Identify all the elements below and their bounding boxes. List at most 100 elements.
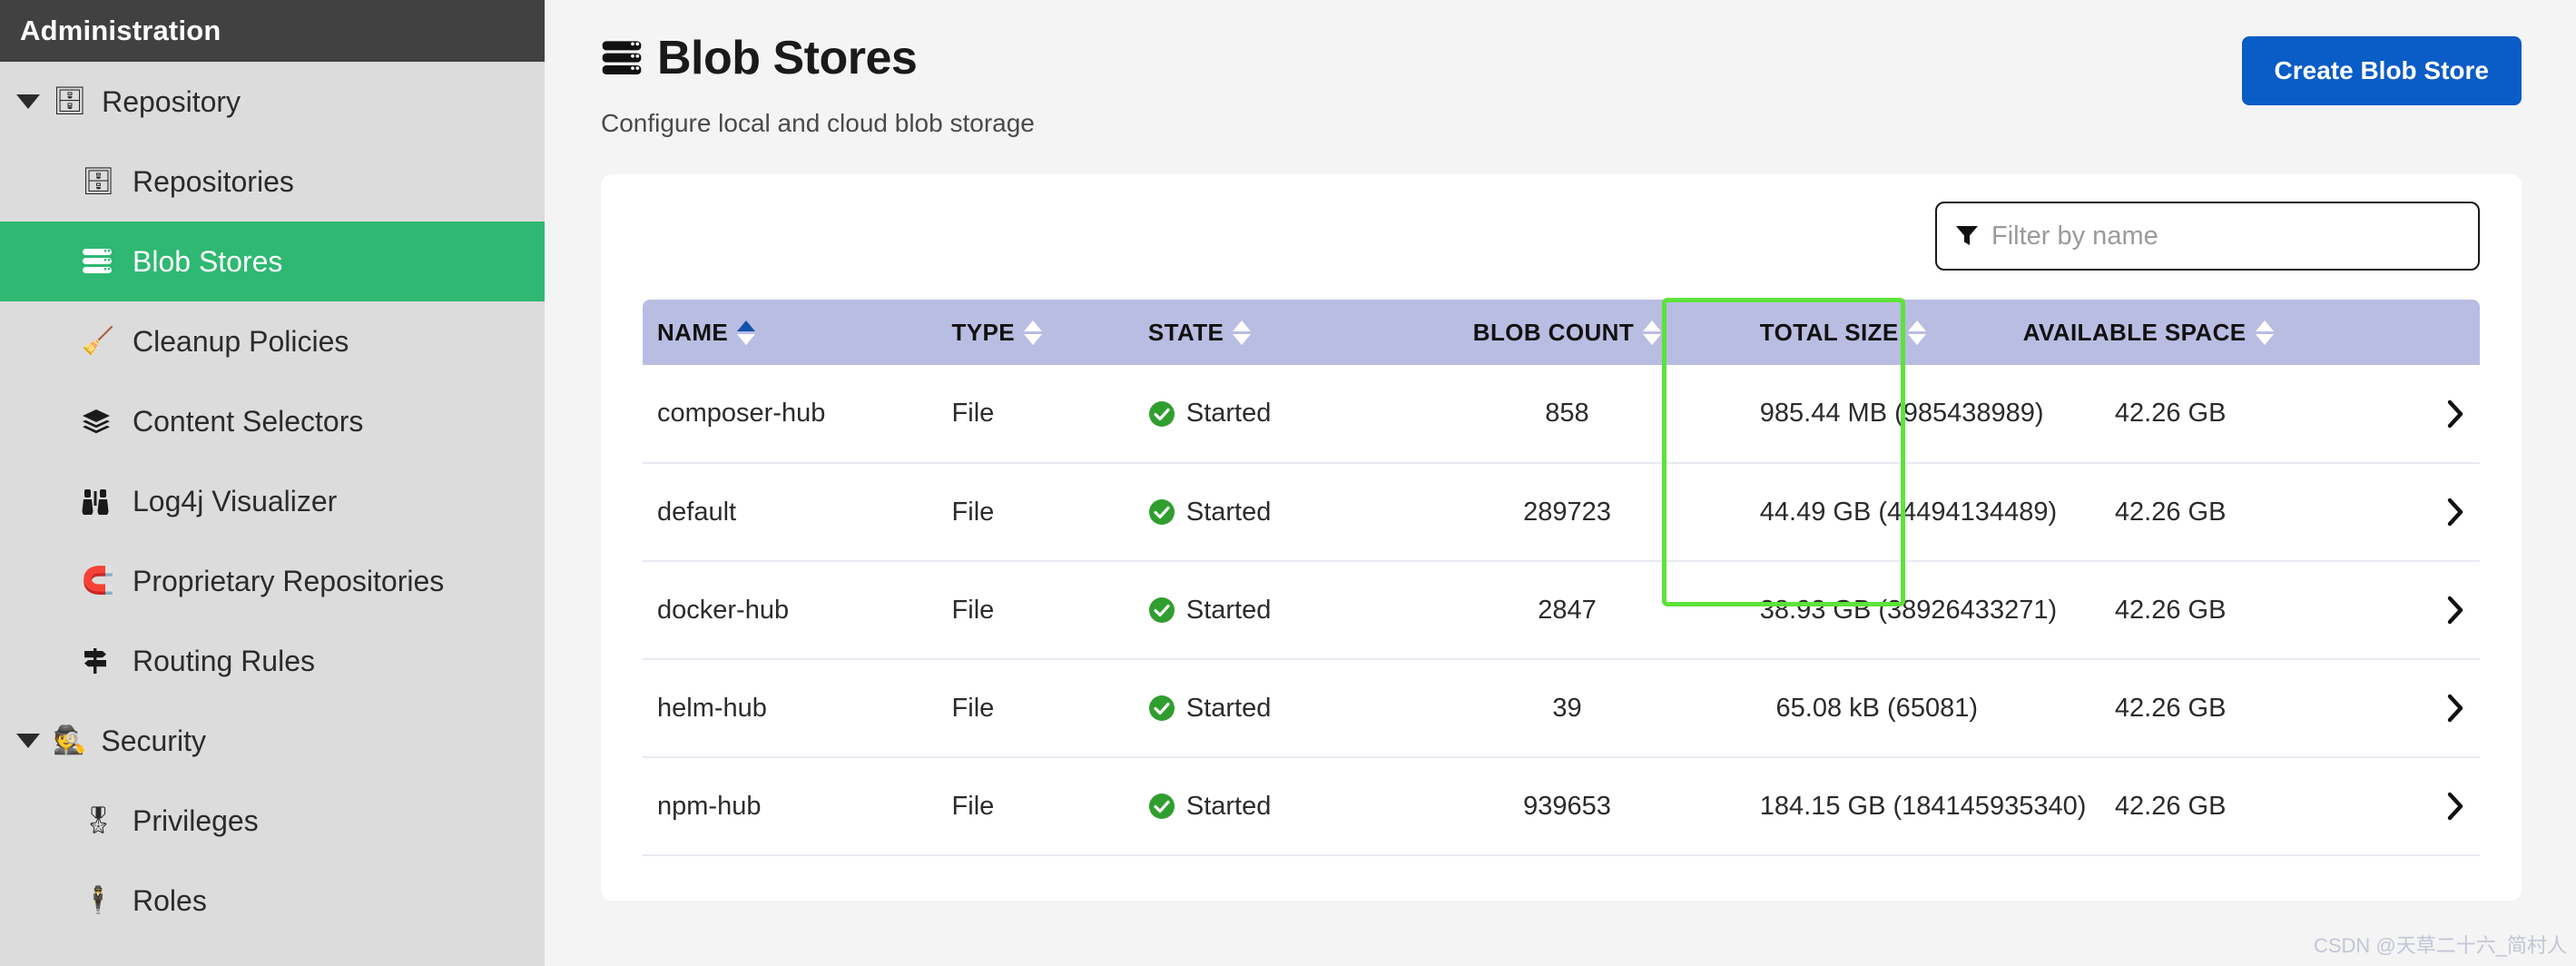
column-header-blob-count[interactable]: BLOB COUNT xyxy=(1389,300,1745,365)
chevron-right-icon[interactable] xyxy=(2347,399,2465,429)
table-body: composer-hub File Started 858 985.44 MB … xyxy=(643,365,2480,855)
sidebar-item-label: Roles xyxy=(133,884,207,918)
cell-name: docker-hub xyxy=(643,561,938,659)
table-row[interactable]: helm-hub File Started 39 65.08 kB (65081… xyxy=(643,659,2480,757)
database-icon: 🗄 xyxy=(82,169,122,195)
check-circle-icon xyxy=(1148,596,1175,624)
cell-state: Started xyxy=(1134,365,1389,463)
cell-blob-count: 858 xyxy=(1389,365,1745,463)
check-circle-icon xyxy=(1148,793,1175,820)
cell-name: default xyxy=(643,463,938,561)
database-icon: 🗄 xyxy=(53,88,87,115)
cell-blob-count: 2847 xyxy=(1389,561,1745,659)
cell-name: helm-hub xyxy=(643,659,938,757)
table-row[interactable]: default File Started 289723 44.49 GB (44… xyxy=(643,463,2480,561)
app-root: Administration 🗄 Repository 🗄 Repositori… xyxy=(0,0,2576,966)
row-detail-button[interactable] xyxy=(2333,757,2480,855)
column-label: AVAILABLE SPACE xyxy=(2023,319,2247,347)
sidebar-group-repository[interactable]: 🗄 Repository xyxy=(0,62,545,142)
cell-state: Started xyxy=(1134,463,1389,561)
sidebar-item-label: Cleanup Policies xyxy=(133,325,349,359)
cell-type: File xyxy=(938,757,1134,855)
chevron-down-icon xyxy=(16,94,40,109)
cell-blob-count: 939653 xyxy=(1389,757,1745,855)
sidebar-item-blob-stores[interactable]: Blob Stores xyxy=(0,222,545,301)
sidebar-group-security[interactable]: 🕵 Security xyxy=(0,701,545,781)
column-header-state[interactable]: STATE xyxy=(1134,300,1389,365)
page-header: Blob Stores Configure local and cloud bl… xyxy=(601,0,2522,138)
sort-arrows-icon[interactable] xyxy=(1024,320,1042,345)
cell-total-size: 184.15 GB (184145935340) xyxy=(1745,757,2009,855)
table-row[interactable]: composer-hub File Started 858 985.44 MB … xyxy=(643,365,2480,463)
sidebar-header: Administration xyxy=(0,0,545,62)
sidebar-item-cleanup-policies[interactable]: 🧹 Cleanup Policies xyxy=(0,301,545,381)
cell-available-space: 42.26 GB xyxy=(2009,365,2333,463)
sort-arrows-icon[interactable] xyxy=(1908,320,1926,345)
sidebar-group-label: Repository xyxy=(102,85,241,119)
chevron-right-icon[interactable] xyxy=(2347,693,2465,724)
column-header-total-size[interactable]: TOTAL SIZE xyxy=(1745,300,2009,365)
chevron-right-icon[interactable] xyxy=(2347,595,2465,626)
state-label: Started xyxy=(1186,792,1272,822)
table-row[interactable]: docker-hub File Started 2847 38.93 GB (3… xyxy=(643,561,2480,659)
chevron-right-icon[interactable] xyxy=(2347,791,2465,822)
create-blob-store-button[interactable]: Create Blob Store xyxy=(2242,36,2522,105)
row-detail-button[interactable] xyxy=(2333,561,2480,659)
watermark: CSDN @天草二十六_简村人 xyxy=(2314,930,2567,959)
cell-blob-count: 289723 xyxy=(1389,463,1745,561)
check-circle-icon xyxy=(1148,400,1175,428)
table-head: NAME TYPE xyxy=(643,300,2480,365)
funnel-icon xyxy=(1955,225,1979,247)
column-header-name[interactable]: NAME xyxy=(643,300,938,365)
cell-name: composer-hub xyxy=(643,365,938,463)
blob-stores-table: NAME TYPE xyxy=(643,300,2480,856)
filter-by-name-field[interactable] xyxy=(1935,202,2480,271)
cell-blob-count: 39 xyxy=(1389,659,1745,757)
sort-arrows-icon[interactable] xyxy=(2256,320,2274,345)
cell-type: File xyxy=(938,561,1134,659)
medal-icon: 🎖 xyxy=(82,808,122,834)
table-header-row: NAME TYPE xyxy=(643,300,2480,365)
column-label: TOTAL SIZE xyxy=(1760,319,1899,347)
check-circle-icon xyxy=(1148,498,1175,526)
sidebar-item-label: Privileges xyxy=(133,804,259,838)
sidebar-item-privileges[interactable]: 🎖 Privileges xyxy=(0,781,545,861)
sidebar-item-log4j-visualizer[interactable]: Log4j Visualizer xyxy=(0,461,545,541)
sidebar-item-roles[interactable]: 🕴 Roles xyxy=(0,861,545,941)
sort-arrows-icon[interactable] xyxy=(1643,320,1661,345)
filter-input[interactable] xyxy=(1991,222,2460,251)
cell-total-size: 65.08 kB (65081) xyxy=(1745,659,2009,757)
binoculars-icon xyxy=(82,488,122,515)
cell-type: File xyxy=(938,365,1134,463)
sidebar-item-repositories[interactable]: 🗄 Repositories xyxy=(0,142,545,222)
page-subtitle: Configure local and cloud blob storage xyxy=(601,109,1035,138)
row-detail-button[interactable] xyxy=(2333,365,2480,463)
column-header-available-space[interactable]: AVAILABLE SPACE xyxy=(2009,300,2333,365)
sort-arrows-icon[interactable] xyxy=(1233,320,1251,345)
column-label: STATE xyxy=(1148,319,1224,347)
cell-total-size: 38.93 GB (38926433271) xyxy=(1745,561,2009,659)
broom-icon: 🧹 xyxy=(82,329,122,355)
column-label: TYPE xyxy=(952,319,1016,347)
sort-arrows-icon[interactable] xyxy=(737,320,755,345)
magnet-icon: 🧲 xyxy=(82,568,122,595)
cell-available-space: 42.26 GB xyxy=(2009,463,2333,561)
sidebar-item-proprietary-repositories[interactable]: 🧲 Proprietary Repositories xyxy=(0,541,545,621)
row-detail-button[interactable] xyxy=(2333,659,2480,757)
column-header-type[interactable]: TYPE xyxy=(938,300,1134,365)
chevron-right-icon[interactable] xyxy=(2347,497,2465,527)
sidebar-item-routing-rules[interactable]: Routing Rules xyxy=(0,621,545,701)
row-detail-button[interactable] xyxy=(2333,463,2480,561)
table-row[interactable]: npm-hub File Started 939653 184.15 GB (1… xyxy=(643,757,2480,855)
sidebar-item-label: Repositories xyxy=(133,165,294,199)
column-header-actions xyxy=(2333,300,2480,365)
check-circle-icon xyxy=(1148,695,1175,722)
sidebar-group-label: Security xyxy=(101,724,206,758)
sidebar-item-label: Content Selectors xyxy=(133,405,363,439)
column-label: NAME xyxy=(657,319,728,347)
server-stack-icon xyxy=(82,248,122,275)
sidebar-item-content-selectors[interactable]: Content Selectors xyxy=(0,381,545,461)
page-title-row: Blob Stores xyxy=(601,34,1035,82)
sidebar-item-label: Blob Stores xyxy=(133,245,282,279)
layers-icon xyxy=(82,409,122,434)
